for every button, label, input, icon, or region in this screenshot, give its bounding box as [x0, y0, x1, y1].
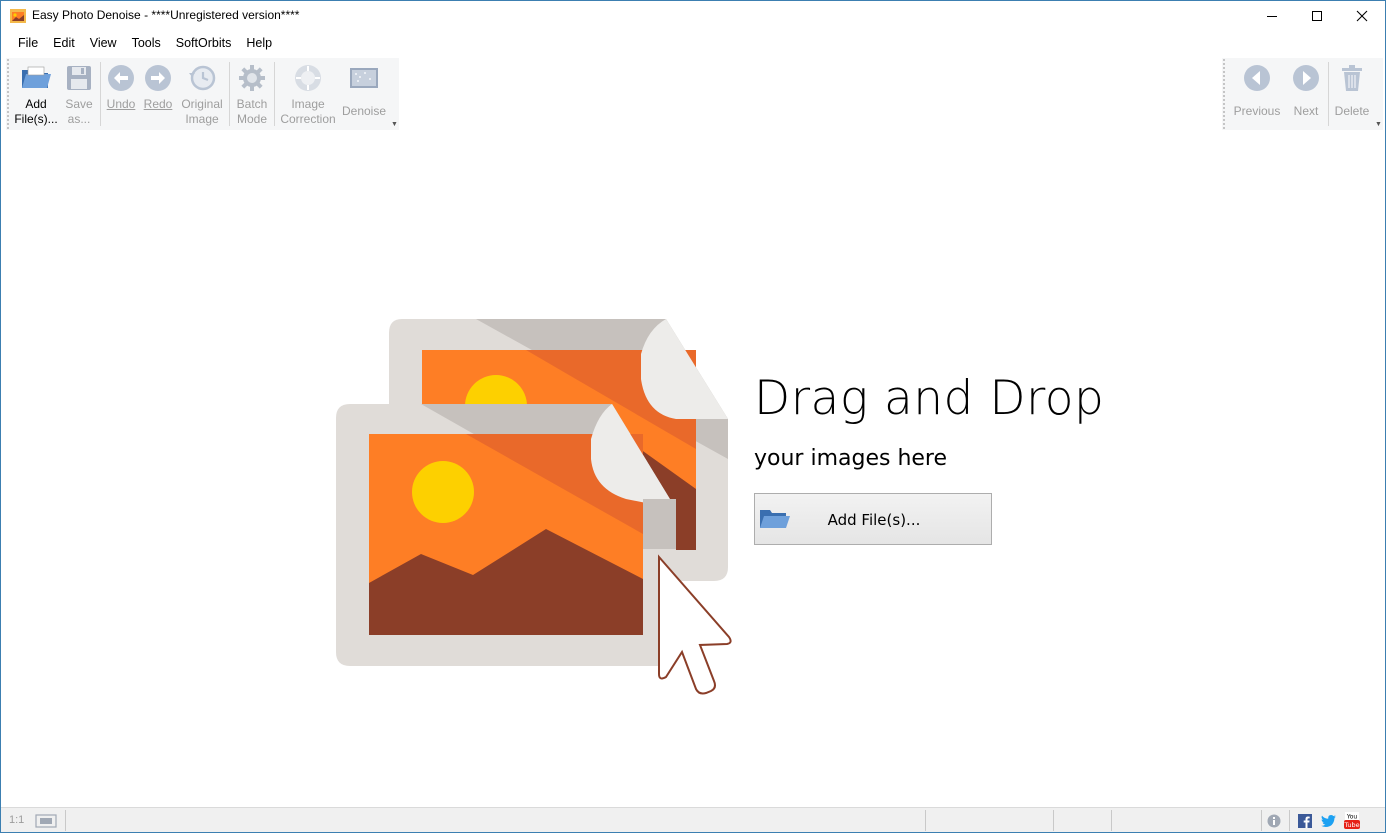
facebook-icon[interactable]: [1298, 814, 1312, 828]
overflow-chevron-icon: ▼: [1375, 121, 1382, 128]
next-button[interactable]: Next: [1286, 58, 1326, 130]
redo-button[interactable]: Redo: [139, 58, 177, 130]
drag-drop-subtitle: your images here: [754, 446, 948, 471]
toolbar-separator: [274, 62, 275, 126]
image-correction-label: Image Correction: [280, 97, 336, 126]
close-icon: [1356, 10, 1368, 22]
navigation-toolbar: Previous Next Delete ▼: [1222, 58, 1383, 130]
status-bar: 1:1 You Tube: [1, 807, 1385, 832]
drag-drop-title: Drag and Drop: [754, 371, 1105, 426]
close-button[interactable]: [1339, 1, 1385, 31]
next-label: Next: [1293, 104, 1319, 118]
batch-gear-icon: [239, 65, 265, 91]
save-as-label: Save as...: [65, 97, 93, 126]
delete-button[interactable]: Delete: [1331, 58, 1373, 130]
app-logo-icon: [10, 9, 26, 23]
image-correction-icon: [295, 65, 321, 91]
trash-icon: [1342, 65, 1362, 91]
undo-label: Undo: [106, 97, 136, 111]
menu-help[interactable]: Help: [239, 36, 279, 50]
toolbar-grip[interactable]: [1222, 58, 1226, 130]
save-disk-icon: [67, 66, 91, 90]
next-arrow-icon: [1293, 65, 1319, 91]
batch-mode-label: Batch Mode: [236, 97, 268, 126]
fit-to-window-icon[interactable]: [35, 814, 57, 828]
svg-text:You: You: [1346, 814, 1358, 821]
app-window: Easy Photo Denoise - ****Unregistered ve…: [0, 0, 1386, 833]
status-divider: [1261, 810, 1262, 831]
toolbar-overflow-button[interactable]: ▼: [1373, 58, 1383, 130]
status-divider: [1289, 810, 1290, 831]
minimize-button[interactable]: [1249, 1, 1295, 31]
denoise-button[interactable]: Denoise: [339, 58, 389, 130]
add-files-label: Add File(s)...: [14, 97, 58, 126]
previous-label: Previous: [1233, 104, 1281, 118]
maximize-icon: [1312, 11, 1322, 21]
maximize-button[interactable]: [1294, 1, 1340, 31]
redo-arrow-icon: [145, 65, 171, 91]
title-bar: Easy Photo Denoise - ****Unregistered ve…: [1, 1, 1385, 31]
status-divider: [1111, 810, 1112, 831]
image-correction-button[interactable]: Image Correction: [277, 58, 339, 130]
menu-view[interactable]: View: [83, 36, 124, 50]
status-divider: [65, 810, 66, 831]
original-image-label: Original Image: [181, 97, 223, 126]
minimize-icon: [1267, 16, 1277, 17]
menu-bar: File Edit View Tools SoftOrbits Help: [1, 33, 280, 53]
drag-drop-illustration: [336, 319, 732, 695]
previous-arrow-icon: [1244, 65, 1270, 91]
add-files-toolbar-button[interactable]: Add File(s)...: [12, 58, 60, 130]
toolbar-separator: [100, 62, 101, 126]
main-toolbar: Add File(s)... Save as... Undo Redo Orig…: [6, 58, 399, 130]
undo-arrow-icon: [108, 65, 134, 91]
youtube-icon[interactable]: You Tube: [1343, 812, 1361, 830]
previous-button[interactable]: Previous: [1228, 58, 1286, 130]
toolbar-grip[interactable]: [6, 58, 10, 130]
denoise-label: Denoise: [341, 104, 387, 118]
delete-label: Delete: [1334, 104, 1370, 118]
add-files-button[interactable]: Add File(s)...: [754, 493, 992, 545]
front-photo-icon: [336, 404, 676, 666]
open-folder-icon: [22, 66, 51, 88]
redo-label: Redo: [143, 97, 173, 111]
batch-mode-button[interactable]: Batch Mode: [232, 58, 272, 130]
toolbar-overflow-button[interactable]: ▼: [389, 58, 399, 130]
add-files-button-label: Add File(s)...: [827, 511, 921, 529]
overflow-chevron-icon: ▼: [391, 121, 398, 128]
undo-button[interactable]: Undo: [103, 58, 139, 130]
info-icon[interactable]: [1267, 814, 1281, 828]
history-clock-icon: [189, 65, 216, 91]
zoom-ratio-button[interactable]: 1:1: [9, 814, 24, 826]
menu-file[interactable]: File: [11, 36, 45, 50]
twitter-icon[interactable]: [1321, 815, 1336, 827]
toolbar-separator: [1328, 62, 1329, 126]
menu-edit[interactable]: Edit: [46, 36, 82, 50]
save-as-button[interactable]: Save as...: [60, 58, 98, 130]
svg-text:Tube: Tube: [1343, 821, 1359, 829]
status-divider: [1053, 810, 1054, 831]
denoise-icon: [350, 68, 378, 88]
original-image-button[interactable]: Original Image: [177, 58, 227, 130]
status-divider: [925, 810, 926, 831]
menu-tools[interactable]: Tools: [125, 36, 168, 50]
toolbar-separator: [229, 62, 230, 126]
menu-softorbits[interactable]: SoftOrbits: [169, 36, 239, 50]
window-title: Easy Photo Denoise - ****Unregistered ve…: [32, 8, 300, 22]
